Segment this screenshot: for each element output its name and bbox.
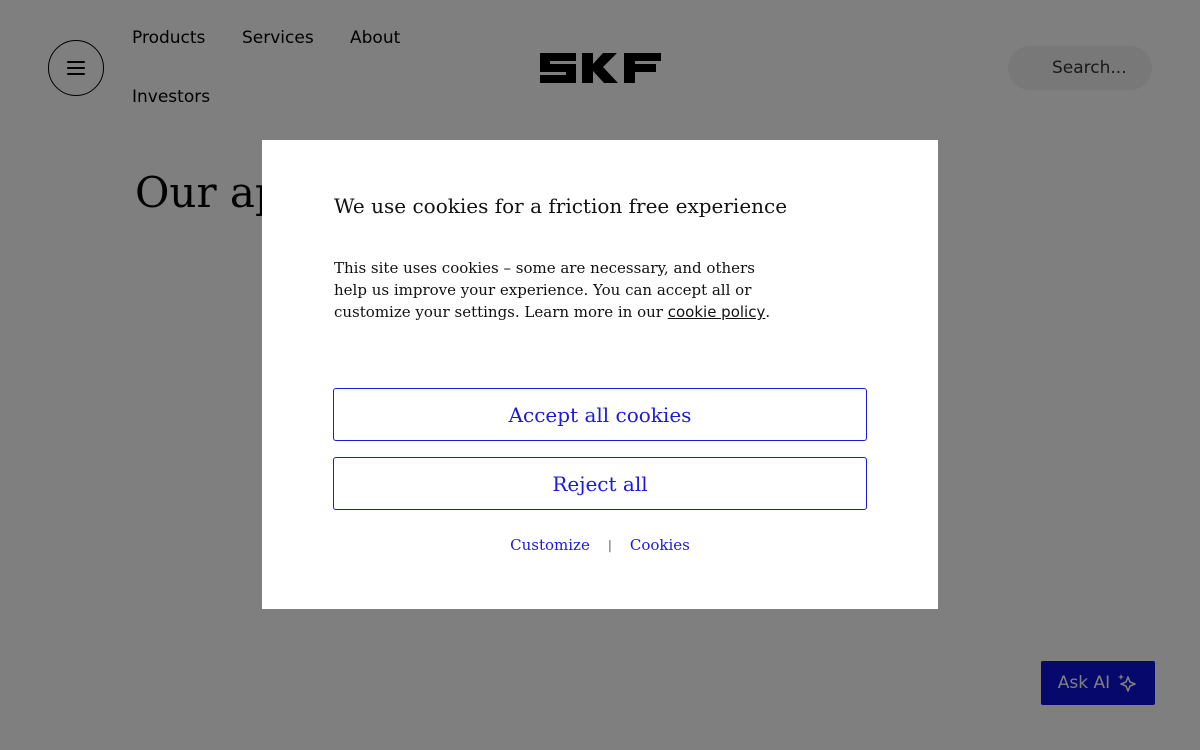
cookie-dialog-description: This site uses cookies – some are necess… [334, 257, 774, 323]
reject-all-button[interactable]: Reject all [333, 457, 867, 510]
cookie-consent-dialog: We use cookies for a friction free exper… [262, 140, 938, 609]
accept-all-cookies-button[interactable]: Accept all cookies [333, 388, 867, 441]
link-separator: | [607, 538, 612, 552]
customize-link[interactable]: Customize [510, 536, 590, 554]
cookie-dialog-links: Customize | Cookies [262, 536, 938, 554]
cookies-link[interactable]: Cookies [630, 536, 690, 554]
cookie-policy-link[interactable]: cookie policy [668, 303, 766, 321]
cookie-description-end: . [765, 303, 771, 321]
cookie-dialog-title: We use cookies for a friction free exper… [334, 194, 788, 218]
